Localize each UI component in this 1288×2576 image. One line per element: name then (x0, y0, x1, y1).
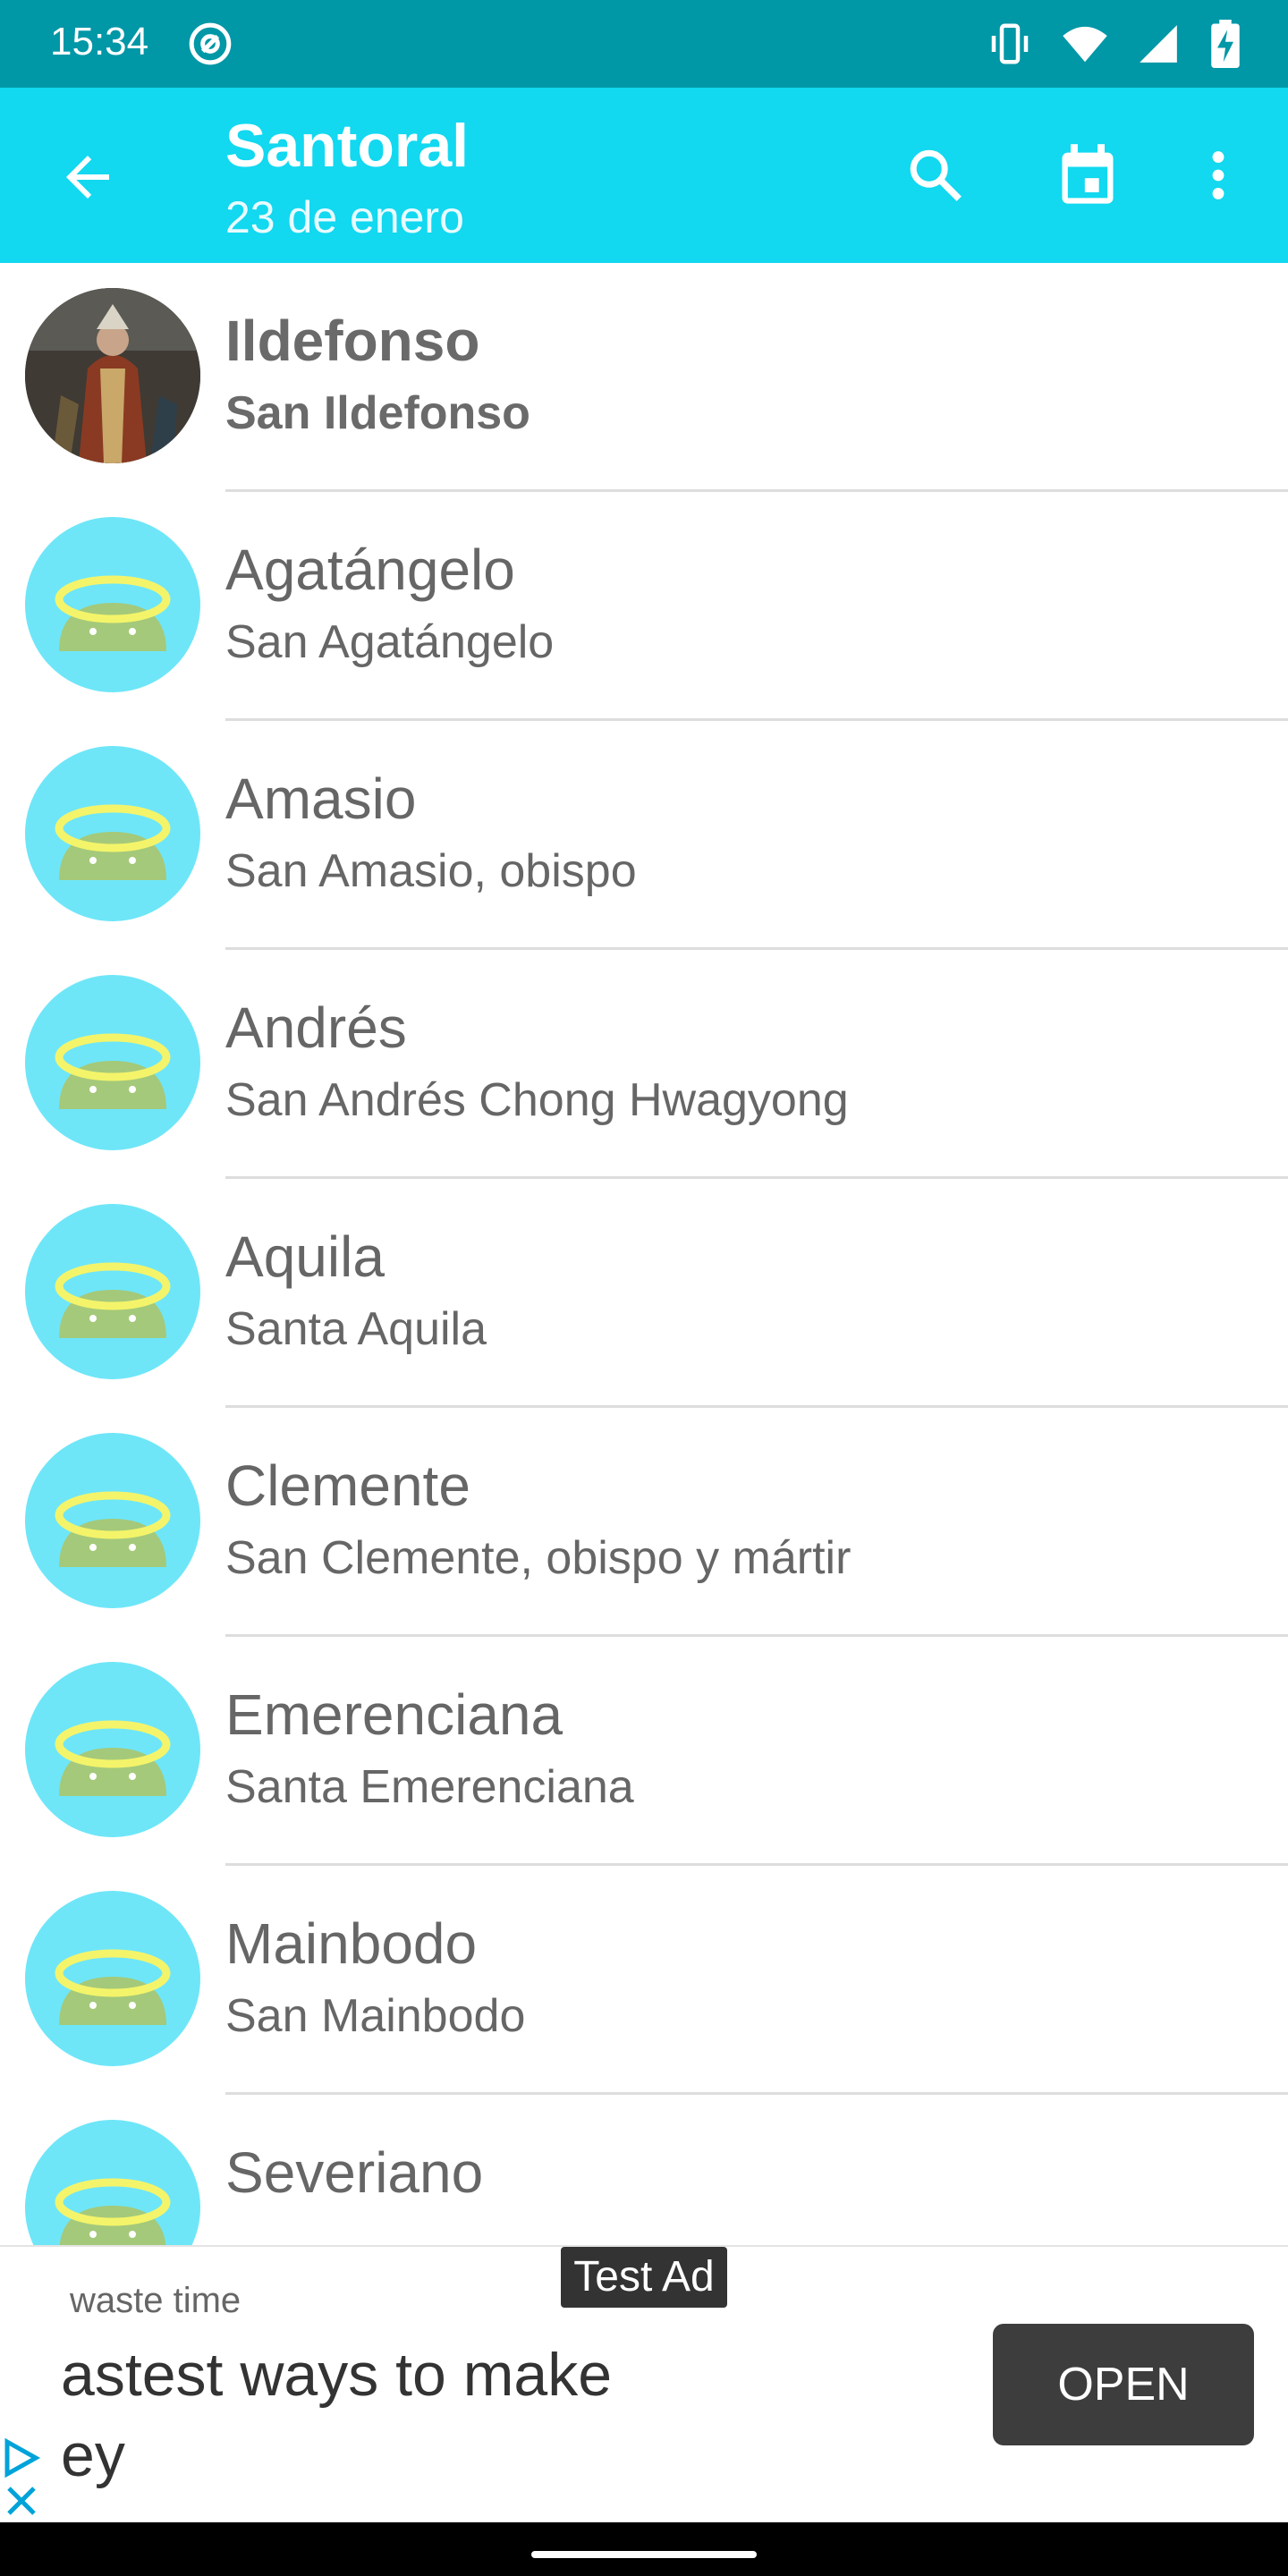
saint-description: San Ildefonso (225, 387, 530, 439)
status-time: 15:34 (50, 20, 149, 64)
saint-avatar (25, 975, 200, 1150)
saint-name: Aquila (225, 1224, 385, 1289)
status-bar: 15:34 (0, 0, 1288, 88)
android-halo-icon (55, 1033, 171, 1109)
saint-name: Ildefonso (225, 309, 480, 373)
vibrate-icon (991, 23, 1029, 64)
saint-name: Emerenciana (225, 1682, 564, 1747)
saint-description: San Amasio, obispo (225, 845, 637, 897)
saint-description: San Andrés Chong Hwagyong (225, 1074, 849, 1126)
saint-name: Andrés (225, 996, 407, 1060)
ad-headline-line2: ey (61, 2421, 125, 2489)
ad-small-text: waste time (70, 2281, 242, 2320)
list-item[interactable]: Emerenciana Santa Emerenciana (0, 1637, 1288, 1866)
list-item[interactable]: Ildefonso San Ildefonso (0, 263, 1288, 492)
more-vert-icon (1212, 151, 1224, 199)
ad-headline[interactable]: astest ways to make ey (61, 2334, 741, 2496)
android-halo-icon (55, 1949, 171, 2025)
saint-name: Amasio (225, 767, 417, 831)
android-halo-icon (55, 575, 171, 651)
signal-icon (1140, 25, 1177, 63)
calendar-button[interactable] (1048, 136, 1127, 215)
android-halo-icon (55, 804, 171, 880)
saint-avatar (25, 1433, 200, 1608)
search-icon (910, 149, 962, 201)
list-item[interactable]: Agatángelo San Agatángelo (0, 492, 1288, 721)
saint-description: San Agatángelo (225, 616, 555, 668)
page-title: Santoral (225, 112, 470, 180)
saint-avatar (25, 746, 200, 921)
saint-avatar (25, 517, 200, 692)
list-item[interactable]: Clemente San Clemente, obispo y mártir (0, 1408, 1288, 1637)
android-halo-icon (55, 1720, 171, 1796)
saint-description: San Clemente, obispo y mártir (225, 1532, 852, 1584)
home-handle[interactable] (531, 2551, 757, 2558)
saint-avatar (25, 1662, 200, 1837)
saint-portrait-avatar (25, 288, 200, 463)
at-sign-icon (189, 22, 232, 65)
saint-description: Santa Aquila (225, 1303, 487, 1355)
saint-name: Agatángelo (225, 538, 515, 602)
list-item[interactable]: Aquila Santa Aquila (0, 1179, 1288, 1408)
wifi-icon (1063, 26, 1107, 63)
list-item[interactable]: Mainbodo San Mainbodo (0, 1866, 1288, 2095)
search-button[interactable] (896, 136, 975, 215)
list-item[interactable]: Amasio San Amasio, obispo (0, 721, 1288, 950)
saint-avatar (25, 1204, 200, 1379)
app-toolbar: Santoral 23 de enero (0, 88, 1288, 263)
battery-charging-icon (1211, 20, 1240, 68)
android-halo-icon (55, 1491, 171, 1567)
saint-avatar (25, 2120, 200, 2245)
ad-headline-line1: astest ways to make (61, 2341, 613, 2409)
saint-description: Santa Emerenciana (225, 1761, 634, 1813)
saint-name: Severiano (225, 2140, 484, 2205)
list-item[interactable]: Andrés San Andrés Chong Hwagyong (0, 950, 1288, 1179)
saint-avatar (25, 1891, 200, 2066)
ad-choices-icon[interactable] (0, 2433, 45, 2522)
android-halo-icon (55, 2178, 171, 2245)
saint-portrait-icon (25, 288, 200, 463)
saint-name: Clemente (225, 1453, 470, 1518)
status-icons (986, 20, 1243, 68)
system-nav-bar (0, 2522, 1288, 2576)
saint-description: San Mainbodo (225, 1990, 526, 2042)
saint-name: Mainbodo (225, 1911, 478, 1976)
back-arrow-icon[interactable] (55, 145, 120, 209)
saints-list: Ildefonso San Ildefonso Agatángelo San A… (0, 263, 1288, 2245)
calendar-icon (1062, 144, 1114, 204)
test-ad-badge: Test Ad (561, 2247, 727, 2308)
page-subtitle: 23 de enero (225, 192, 464, 242)
ad-open-button[interactable]: OPEN (993, 2324, 1254, 2445)
list-item[interactable]: Severiano (0, 2095, 1288, 2245)
android-halo-icon (55, 1262, 171, 1338)
more-options-button[interactable] (1179, 136, 1258, 215)
